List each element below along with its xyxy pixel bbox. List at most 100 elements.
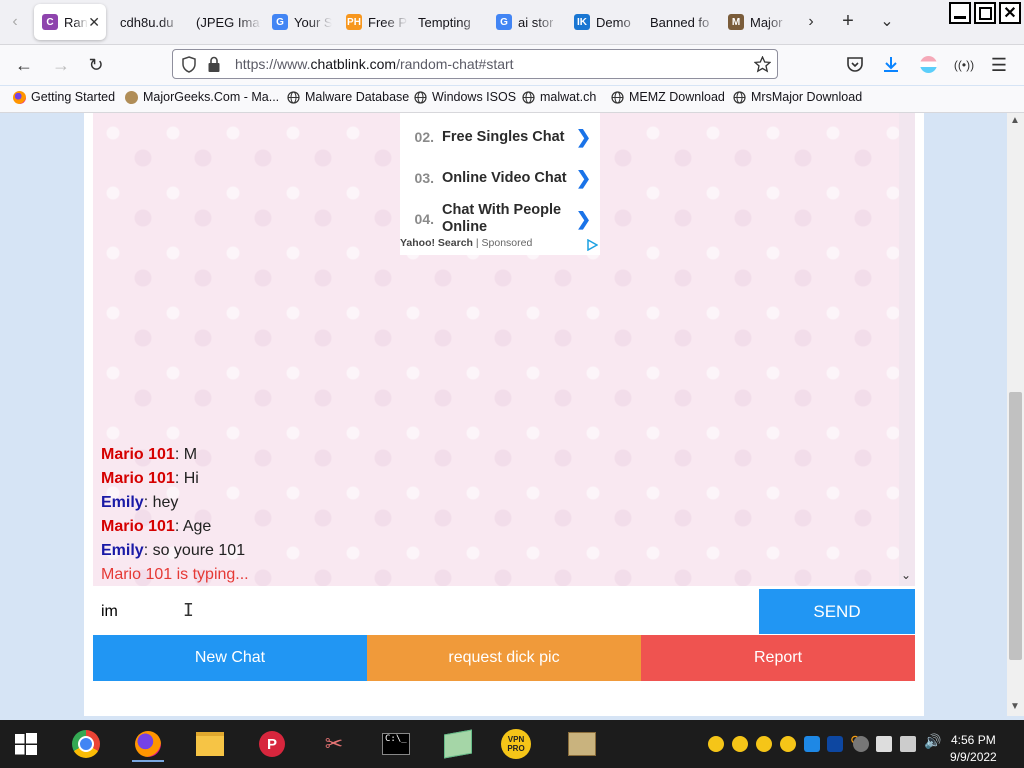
pocket-icon[interactable] [846, 56, 864, 73]
message-text: : Age [174, 518, 212, 535]
system-clock[interactable]: 4:56 PM 9/9/2022 [950, 732, 997, 766]
url-path: /random-chat#start [396, 56, 514, 72]
ad-brand[interactable]: Yahoo! Search [400, 237, 473, 249]
tab[interactable]: Tempting [410, 4, 484, 40]
tab-scroll-right-icon[interactable]: › [802, 12, 820, 32]
clock-date: 9/9/2022 [950, 750, 997, 764]
tab[interactable]: MMajor [720, 4, 790, 40]
tab[interactable]: (JPEG Ima [188, 4, 262, 40]
bookmark-label: malwat.ch [540, 90, 597, 104]
installer-app-icon[interactable] [566, 728, 598, 760]
firefox-taskbar-icon[interactable] [132, 728, 164, 762]
scroll-down-icon[interactable]: ▼ [1010, 701, 1020, 712]
chat-log[interactable]: 02. Free Singles Chat ❯ 03. Online Video Cha… [93, 113, 915, 586]
file-explorer-icon[interactable] [194, 728, 226, 760]
message-list: Mario 101: M Mario 101: Hi Emily: hey Mario… [101, 443, 249, 587]
chat-message: Mario 101: Age [101, 515, 249, 539]
close-window-icon[interactable]: ✕ [999, 2, 1021, 24]
chrome-icon[interactable] [70, 728, 102, 760]
chat-scroll-down-icon[interactable]: ⌄ [901, 568, 911, 582]
chat-scrollbar[interactable]: ⌄ [899, 113, 915, 586]
request-button[interactable]: request dick pic [367, 635, 641, 681]
volume-icon[interactable]: 🔊 [924, 733, 941, 749]
tray-emoji-icon[interactable] [780, 736, 796, 752]
vpn-pro-icon[interactable]: VPN PRO [500, 728, 532, 760]
bookmark-label: MrsMajor Download [751, 90, 863, 104]
typing-indicator: Mario 101 is typing... [101, 566, 249, 583]
tab-active[interactable]: CRan✕ [34, 4, 106, 40]
reload-icon[interactable]: ↻ [86, 55, 106, 75]
chat-message: Emily: hey [101, 491, 249, 515]
bookmark-item[interactable]: Malware Database [286, 90, 409, 104]
tray-app-icon[interactable] [804, 736, 820, 752]
firefox-icon [12, 90, 26, 104]
extension-icon[interactable]: ((•)) [954, 55, 974, 75]
message-text: : hey [143, 494, 179, 511]
back-icon[interactable]: ← [14, 55, 34, 75]
scroll-up-icon[interactable]: ▲ [1010, 115, 1020, 126]
ad-link[interactable]: 03. Online Video Chat ❯ [400, 158, 600, 198]
restore-icon[interactable] [974, 2, 996, 24]
tab-close-icon[interactable]: ✕ [88, 14, 100, 31]
message-sender: Mario 101 [101, 446, 175, 463]
start-icon[interactable] [10, 728, 42, 760]
bookmark-item[interactable]: MEMZ Download [610, 90, 725, 104]
sticky-notes-icon[interactable] [442, 728, 474, 760]
tab[interactable]: Gai stor [488, 4, 560, 40]
url-host: chatblink.com [310, 56, 397, 72]
list-all-tabs-icon[interactable]: ⌄ [877, 11, 897, 31]
compose-row: SEND [93, 589, 915, 634]
message-sender: Mario 101 [101, 518, 175, 535]
send-button[interactable]: SEND [759, 589, 915, 634]
downloads-icon[interactable] [882, 55, 900, 74]
snipping-tool-icon[interactable]: ✂ [318, 728, 350, 760]
url-bar[interactable]: https://www.chatblink.com/random-chat#st… [172, 49, 778, 79]
bookmark-item[interactable]: Windows ISOS [413, 90, 516, 104]
account-avatar-icon[interactable] [920, 56, 937, 73]
bookmark-item[interactable]: Getting Started [12, 90, 115, 104]
command-prompt-icon[interactable]: C:\_ [380, 728, 412, 760]
chevron-right-icon: ❯ [576, 208, 592, 229]
tab[interactable]: PHFree P [338, 4, 408, 40]
shield-icon[interactable] [181, 56, 197, 73]
action-bar: New Chat request dick pic Report [93, 635, 915, 681]
tab[interactable]: IK Demo [566, 4, 642, 40]
tab[interactable]: Banned fo [642, 4, 718, 40]
tray-flag-icon[interactable] [876, 736, 892, 752]
globe-icon [413, 90, 427, 104]
report-button[interactable]: Report [641, 635, 915, 681]
minimize-icon[interactable] [949, 2, 971, 24]
tray-emoji-icon[interactable] [756, 736, 772, 752]
adchoices-icon[interactable] [586, 239, 598, 251]
globe-icon [521, 90, 535, 104]
tray-emoji-icon[interactable] [732, 736, 748, 752]
tray-network-icon[interactable] [900, 736, 916, 752]
lock-icon[interactable] [207, 56, 221, 73]
ad-number: 02. [414, 129, 434, 145]
new-chat-button[interactable]: New Chat [93, 635, 367, 681]
new-tab-icon[interactable]: + [838, 10, 858, 32]
sponsored-ad-block: 02. Free Singles Chat ❯ 03. Online Video Cha… [400, 113, 600, 255]
nav-toolbar: ← → ↻ https://www.chatblink.com/random-c… [0, 45, 1024, 85]
bookmark-star-icon[interactable] [754, 56, 771, 73]
scroll-thumb[interactable] [1009, 392, 1022, 660]
tray-minus-icon[interactable] [853, 736, 869, 752]
bookmark-item[interactable]: MajorGeeks.Com - Ma... [124, 90, 279, 104]
clock-time: 4:56 PM [951, 733, 996, 747]
tab[interactable]: GYour S [264, 4, 332, 40]
paint-app-icon[interactable]: P [256, 728, 288, 760]
forward-icon[interactable]: → [51, 55, 71, 75]
menu-icon[interactable]: ☰ [990, 55, 1008, 75]
message-text: : so youre 101 [143, 542, 246, 559]
tray-app-icon[interactable] [827, 736, 843, 752]
ad-sponsored-label: Sponsored [481, 237, 533, 249]
tray-emoji-icon[interactable] [708, 736, 724, 752]
bookmark-item[interactable]: MrsMajor Download [732, 90, 862, 104]
bookmark-label: Getting Started [31, 90, 116, 104]
ad-link[interactable]: 04. Chat With People Online ❯ [400, 199, 600, 239]
bookmark-item[interactable]: malwat.ch [521, 90, 596, 104]
tab[interactable]: cdh8u.du [112, 4, 184, 40]
tab-scroll-left-icon[interactable]: ‹ [6, 12, 24, 32]
ad-link[interactable]: 02. Free Singles Chat ❯ [400, 117, 600, 157]
tab-favicon-icon: C [42, 14, 58, 30]
